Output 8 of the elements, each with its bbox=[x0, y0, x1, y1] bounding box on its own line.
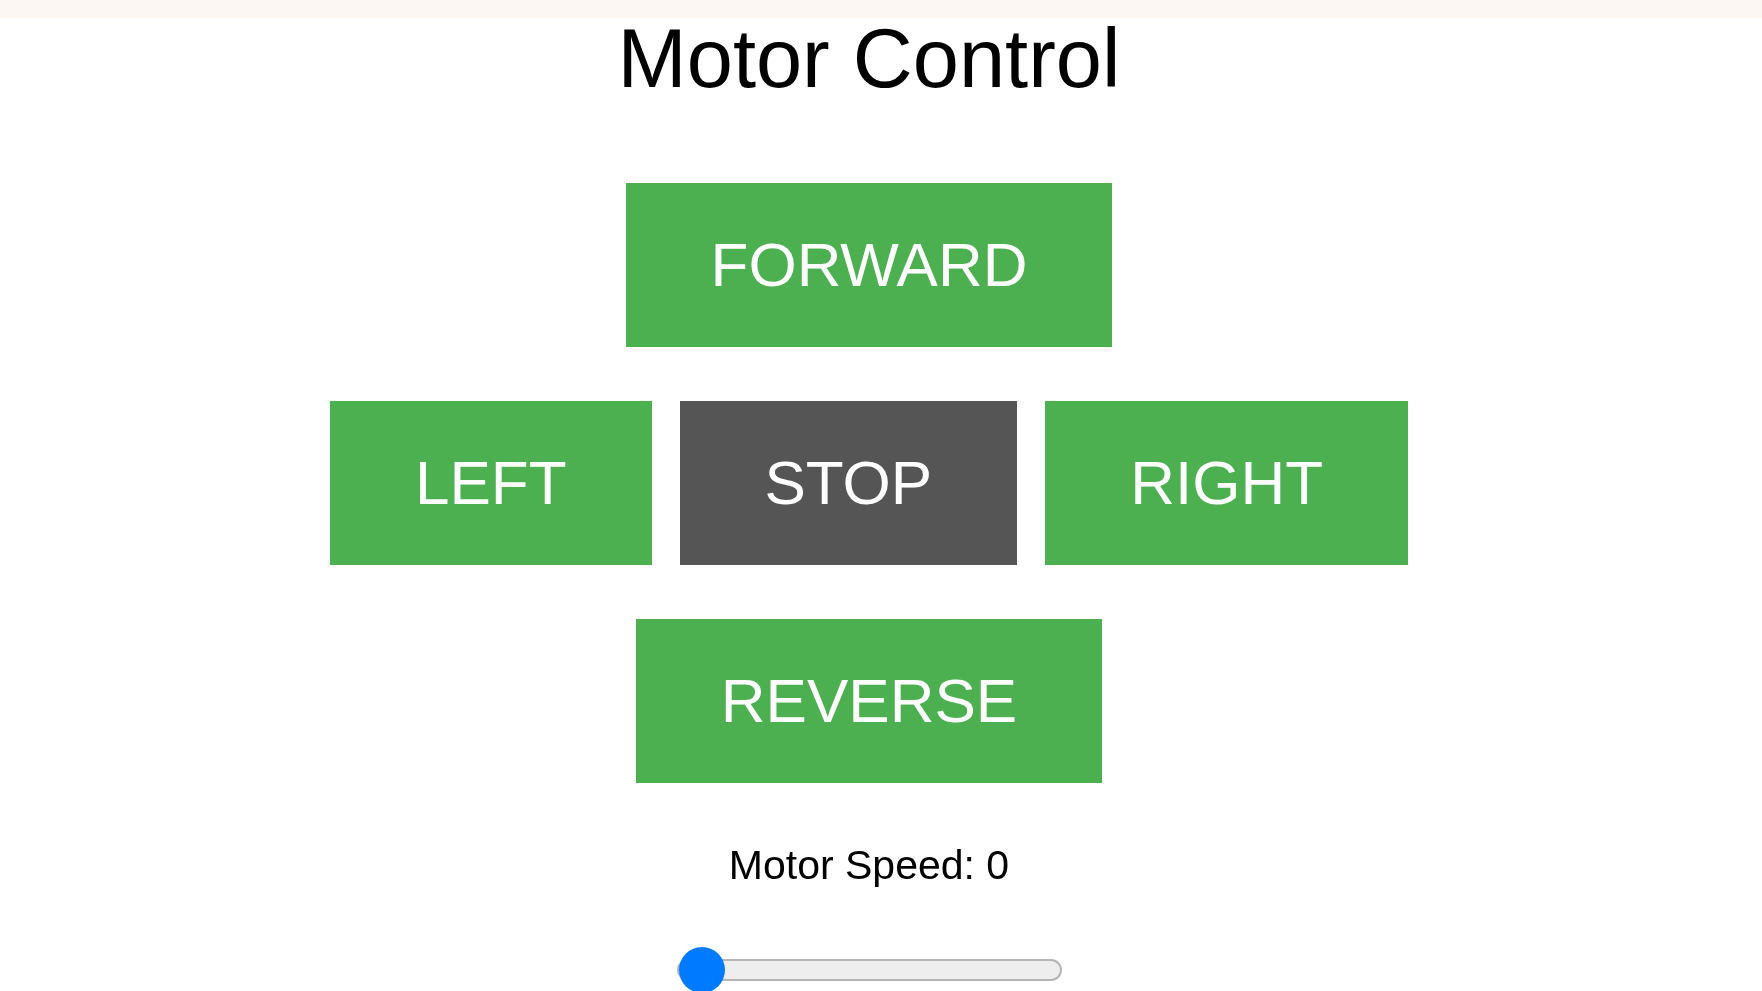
page-title: Motor Control bbox=[617, 17, 1121, 100]
control-button[interactable]: LEFT bbox=[329, 401, 652, 565]
control-button[interactable]: STOP bbox=[679, 401, 1018, 565]
control-button[interactable]: FORWARD bbox=[625, 183, 1113, 347]
control-button[interactable]: RIGHT bbox=[1045, 401, 1409, 565]
control-button[interactable]: REVERSE bbox=[635, 619, 1103, 783]
speed-readout: Motor Speed: 0 bbox=[728, 845, 1010, 886]
slider-thumb[interactable] bbox=[678, 947, 725, 991]
